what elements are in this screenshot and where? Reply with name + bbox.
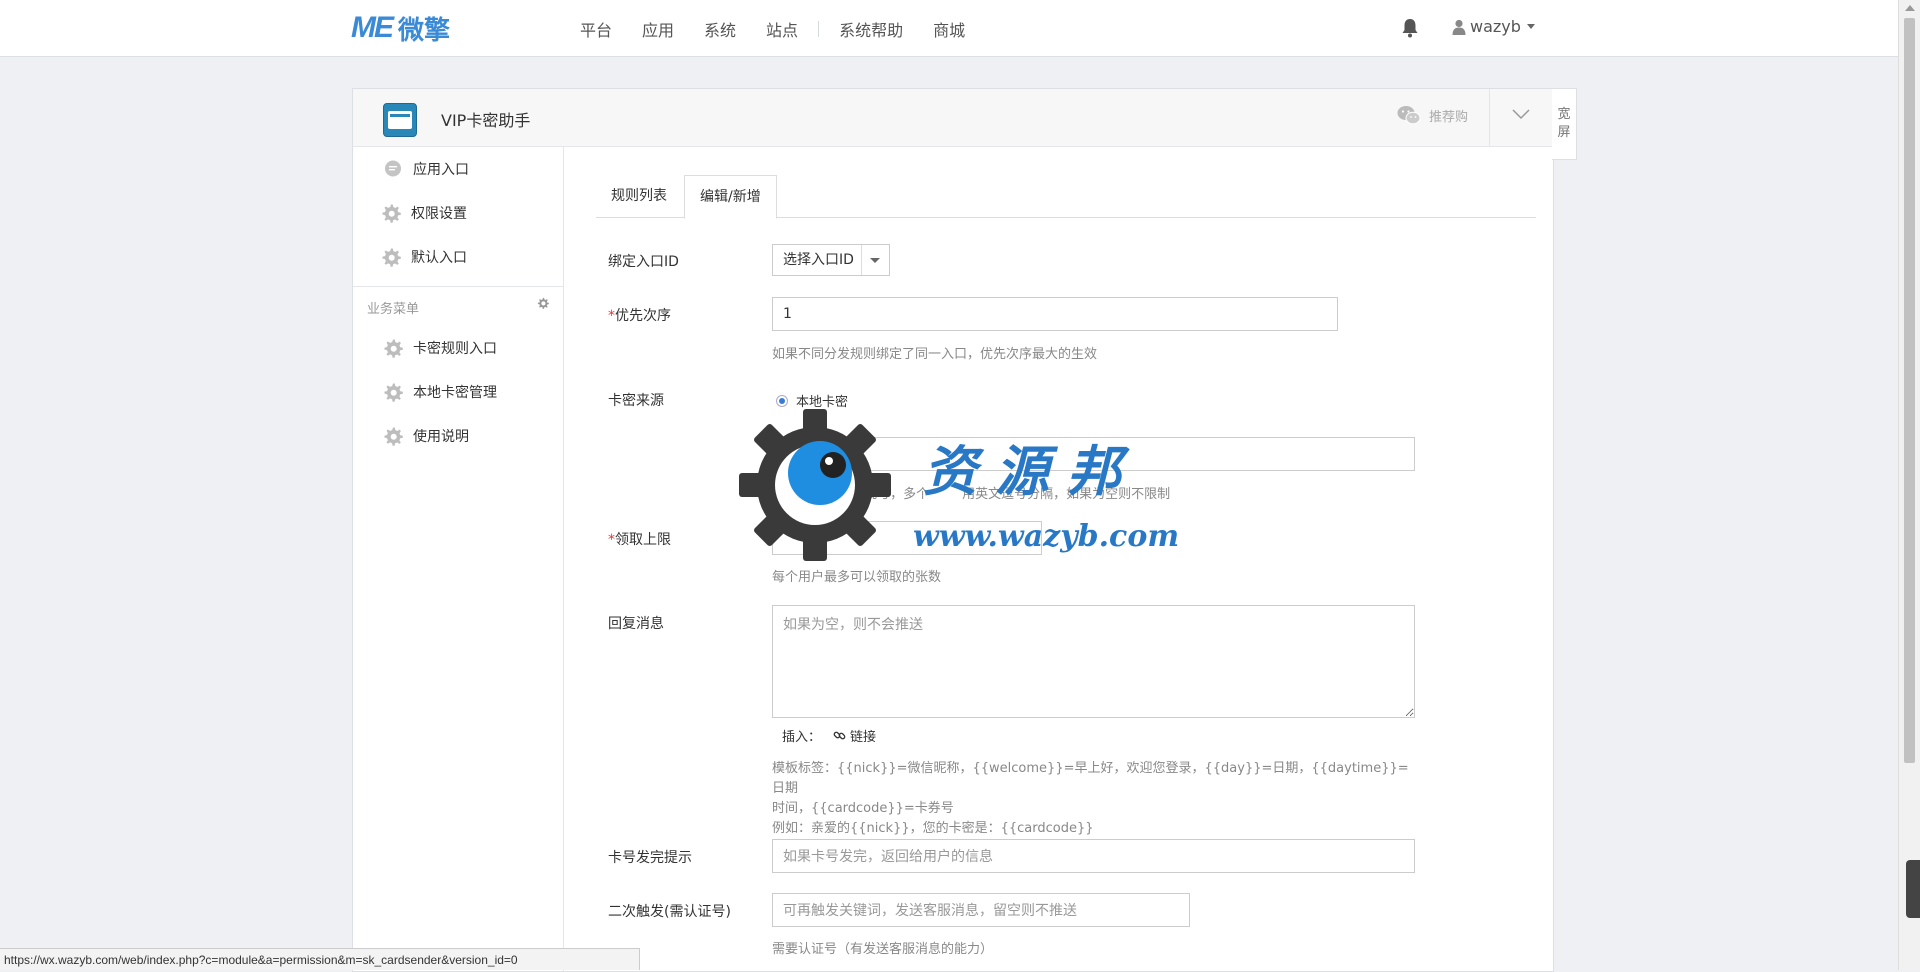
side-widget-handle[interactable] [1906,860,1920,918]
reply-textarea[interactable] [772,605,1415,718]
browser-status-bar: https://wx.wazyb.com/web/index.php?c=mod… [0,948,640,970]
priority-help: 如果不同分发规则绑定了同一入口，优先次序最大的生效 [772,347,1098,362]
priority-label: *优先次序 [608,305,671,325]
template-line: 模板标签：{{nick}}=微信昵称，{{welcome}}=早上好，欢迎您登录… [772,761,1409,796]
bind-entry-select[interactable]: 选择入口ID [772,244,890,276]
content-layer: 规则列表 编辑/新增 绑定入口ID 选择入口ID *优先次序 1 如果不同分发规… [0,0,1898,970]
second-trigger-input[interactable]: 可再触发关键词，发送客服消息，留空则不推送 [772,893,1190,927]
insert-bar: 插入： 链接 [782,726,876,745]
scroll-up-arrow-icon[interactable] [1905,5,1915,11]
insert-label: 插入： [782,730,822,745]
priority-label-text: 优先次序 [615,308,671,324]
insert-link-label: 链接 [850,730,877,745]
link-icon [833,731,846,740]
scrollbar-thumb[interactable] [1904,18,1915,763]
limit-help: 每个用户最多可以领取的张数 [772,570,942,585]
select-value: 选择入口ID [783,252,854,268]
tab-rule-list[interactable]: 规则列表 [596,175,682,216]
priority-input[interactable]: 1 [772,297,1338,331]
required-mark: * [608,532,615,548]
radio-selected-icon [776,394,788,407]
exhausted-input[interactable]: 如果卡号发完，返回给用户的信息 [772,839,1415,873]
card-batch-help: 本地 批号，多个 用英文逗号分隔，如果为空则不限制 [772,487,1171,502]
template-line: 时间，{{cardcode}}=卡券号 [772,801,954,816]
vertical-scrollbar[interactable] [1898,0,1920,970]
card-source-label: 卡密来源 [608,393,664,409]
template-tags-help: 模板标签：{{nick}}=微信昵称，{{welcome}}=早上好，欢迎您登录… [772,759,1415,839]
second-trigger-help: 需要认证号（有发送客服消息的能力） [772,942,994,957]
bind-entry-label: 绑定入口ID [608,254,679,270]
template-example: 例如：亲爱的{{nick}}，您的卡密是：{{cardcode}} [772,821,1094,836]
reply-label: 回复消息 [608,616,664,632]
limit-input[interactable] [772,521,1042,555]
limit-label: *领取上限 [608,529,671,549]
caret-down-icon [860,245,889,275]
insert-link-button[interactable]: 链接 [833,726,876,745]
exhausted-label: 卡号发完提示 [608,850,692,866]
radio-label: 本地卡密 [796,395,849,410]
limit-label-text: 领取上限 [615,532,671,548]
required-mark: * [608,308,615,324]
card-batch-input[interactable]: 限 [772,437,1415,471]
tab-bar: 规则列表 编辑/新增 [596,175,1536,219]
second-trigger-label: 二次触发(需认证号) [608,904,731,920]
tab-edit-add[interactable]: 编辑/新增 [684,175,777,219]
radio-local-cards[interactable]: 本地卡密 [776,391,848,410]
